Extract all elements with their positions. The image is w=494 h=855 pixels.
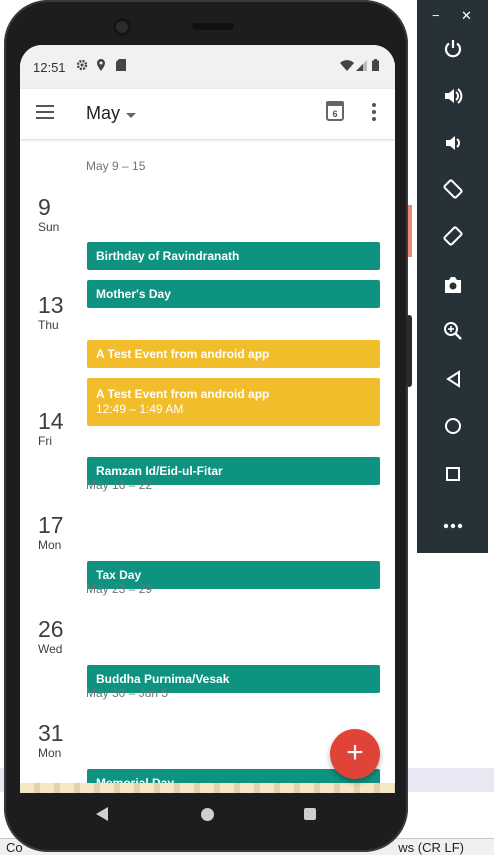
zoom-icon[interactable] bbox=[417, 313, 488, 359]
add-event-button[interactable]: + bbox=[330, 729, 380, 779]
rotate-left-icon[interactable] bbox=[417, 172, 488, 218]
week-range: May 23 – 29 bbox=[86, 582, 153, 596]
gear-icon bbox=[76, 59, 88, 74]
android-status-bar: 12:51 bbox=[20, 45, 395, 89]
day-number: 14 bbox=[38, 408, 64, 434]
power-icon[interactable] bbox=[417, 31, 488, 77]
location-icon bbox=[96, 59, 106, 74]
day-name: Mon bbox=[38, 746, 62, 760]
day-name: Wed bbox=[38, 642, 63, 656]
volume-down-icon[interactable] bbox=[417, 125, 488, 171]
caret-down-icon[interactable] bbox=[126, 113, 136, 118]
home-icon[interactable] bbox=[201, 808, 214, 821]
home-icon[interactable] bbox=[417, 407, 488, 453]
event-chip[interactable]: Mother's Day bbox=[87, 280, 380, 308]
day-name: Thu bbox=[38, 318, 59, 332]
schedule-list[interactable]: May 9 – 15 9 Sun Birthday of Ravindranat… bbox=[20, 139, 395, 793]
back-icon[interactable] bbox=[417, 360, 488, 406]
battery-icon bbox=[372, 59, 379, 74]
earpiece-speaker bbox=[192, 23, 234, 30]
event-time: 12:49 – 1:49 AM bbox=[96, 402, 184, 416]
day-name: Fri bbox=[38, 434, 52, 448]
rotate-right-icon[interactable] bbox=[417, 219, 488, 265]
status-time: 12:51 bbox=[33, 60, 66, 75]
day-number: 31 bbox=[38, 720, 64, 746]
emulator-toolbar: − ✕ bbox=[417, 0, 488, 553]
today-calendar-icon[interactable]: 6 bbox=[326, 101, 344, 121]
volume-up-icon[interactable] bbox=[417, 78, 488, 124]
day-number: 9 bbox=[38, 194, 51, 220]
more-icon[interactable] bbox=[417, 501, 488, 547]
week-range: May 30 – Jun 5 bbox=[86, 686, 169, 700]
event-title: A Test Event from android app bbox=[96, 387, 270, 401]
phone-screen: 12:51 May 6 May 9 – 15 9 Sun Birthday of… bbox=[20, 45, 395, 793]
wifi-icon bbox=[340, 59, 354, 74]
android-nav-bar bbox=[20, 793, 395, 835]
desktop-status-right: ws (CR LF) bbox=[398, 840, 464, 855]
app-bar: May 6 bbox=[20, 89, 395, 139]
hamburger-menu-icon[interactable] bbox=[36, 105, 54, 119]
back-icon[interactable] bbox=[96, 807, 108, 821]
day-number: 17 bbox=[38, 512, 64, 538]
recent-apps-icon[interactable] bbox=[304, 808, 316, 820]
front-camera bbox=[113, 18, 131, 36]
event-chip[interactable]: Birthday of Ravindranath bbox=[87, 242, 380, 270]
day-number: 13 bbox=[38, 292, 64, 318]
day-number: 26 bbox=[38, 616, 64, 642]
signal-icon bbox=[356, 59, 367, 74]
week-range: May 9 – 15 bbox=[86, 159, 146, 173]
today-number: 6 bbox=[332, 109, 338, 119]
phone-side-button[interactable] bbox=[406, 315, 412, 387]
day-name: Mon bbox=[38, 538, 62, 552]
day-name: Sun bbox=[38, 220, 60, 234]
week-range: May 16 – 22 bbox=[86, 478, 153, 492]
overview-icon[interactable] bbox=[417, 454, 488, 500]
emulator-title-bar: − ✕ bbox=[417, 0, 488, 30]
sd-card-icon bbox=[116, 59, 126, 74]
event-chip-with-time[interactable]: A Test Event from android app 12:49 – 1:… bbox=[87, 378, 380, 426]
month-title[interactable]: May bbox=[86, 103, 120, 124]
event-chip[interactable]: A Test Event from android app bbox=[87, 340, 380, 368]
minimize-icon[interactable]: − bbox=[432, 8, 440, 23]
map-preview-strip bbox=[20, 783, 395, 793]
more-options-icon[interactable] bbox=[372, 103, 376, 121]
camera-icon[interactable] bbox=[417, 266, 488, 312]
close-icon[interactable]: ✕ bbox=[461, 8, 472, 24]
